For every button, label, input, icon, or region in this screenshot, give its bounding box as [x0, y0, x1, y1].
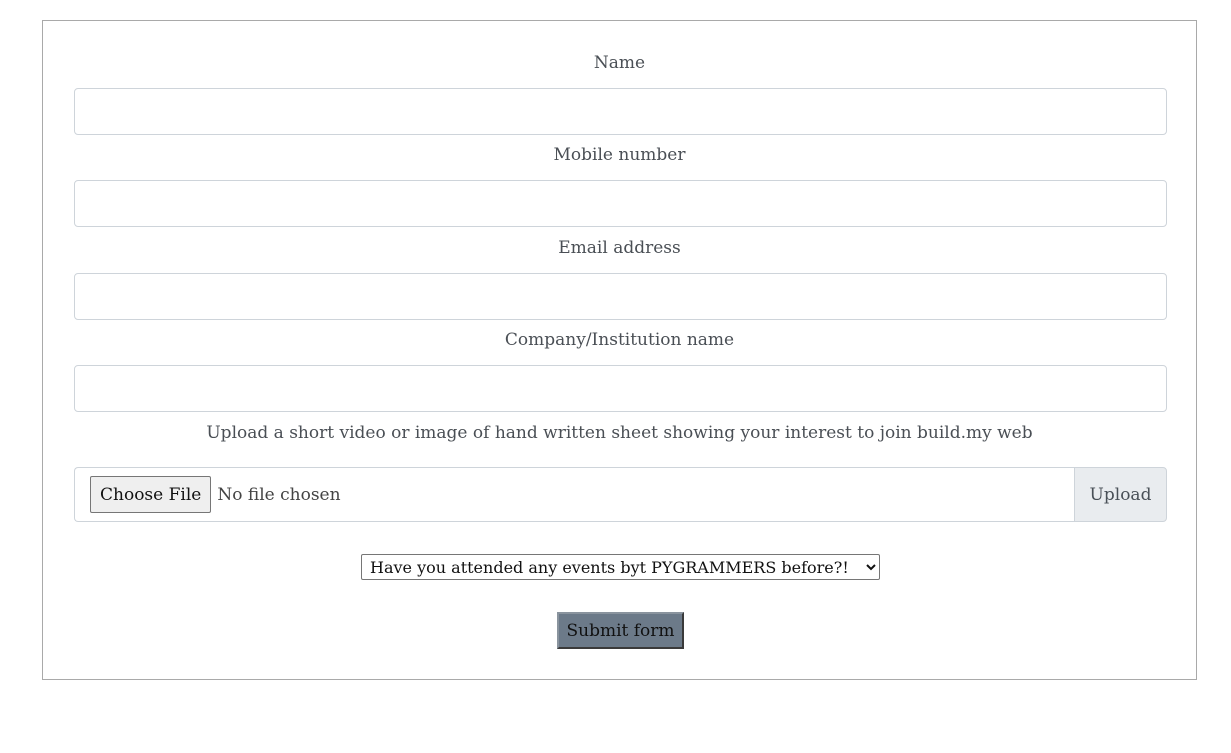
email-input[interactable]: [74, 273, 1167, 320]
mobile-label: Mobile number: [553, 145, 686, 165]
events-attended-select[interactable]: Have you attended any events byt PYGRAMM…: [361, 554, 880, 580]
name-input[interactable]: [74, 88, 1167, 135]
company-label: Company/Institution name: [504, 330, 735, 350]
upload-label: Upload a short video or image of hand wr…: [206, 423, 1033, 443]
email-label: Email address: [558, 238, 681, 258]
upload-button[interactable]: Upload: [1074, 467, 1167, 522]
file-upload-group: Choose File No file chosen Upload: [74, 467, 1167, 522]
events-select-wrapper: Have you attended any events byt PYGRAMM…: [361, 554, 880, 580]
file-status-text: No file chosen: [217, 484, 341, 505]
submit-button[interactable]: Submit form: [557, 612, 684, 649]
file-input[interactable]: Choose File No file chosen: [74, 467, 1074, 522]
company-input[interactable]: [74, 365, 1167, 412]
name-label: Name: [593, 53, 646, 73]
mobile-input[interactable]: [74, 180, 1167, 227]
choose-file-button[interactable]: Choose File: [90, 476, 212, 513]
registration-form: Name Mobile number Email address Company…: [42, 20, 1197, 680]
